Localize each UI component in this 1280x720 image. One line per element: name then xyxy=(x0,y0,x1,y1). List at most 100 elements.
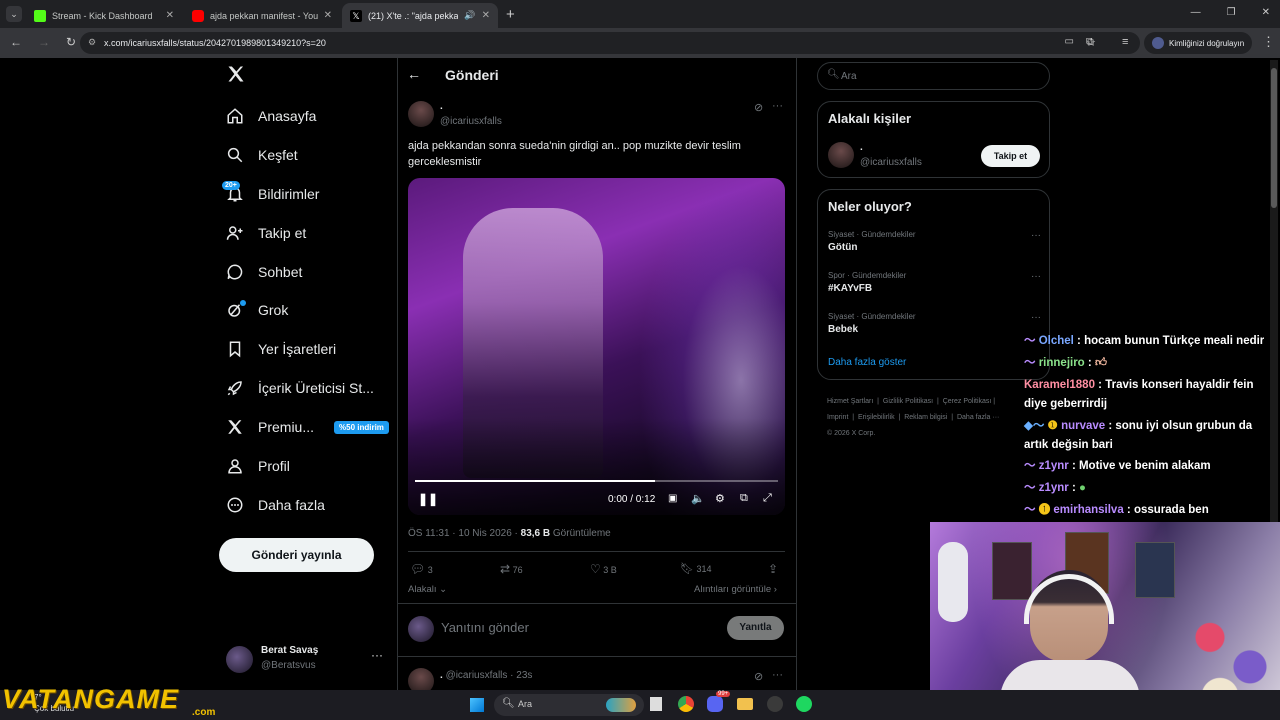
bookmark-button[interactable]: 🔖︎ 314 xyxy=(680,562,712,575)
account-switcher[interactable]: Berat Savaş @Beratsvus ··· xyxy=(226,644,386,676)
repost-button[interactable]: ⇄ 76 xyxy=(500,562,523,576)
folder-icon[interactable] xyxy=(737,698,753,710)
chat-message: 〜 ❶ emirhansilva : ossurada ben xyxy=(1024,501,1209,519)
post-author-handle[interactable]: @icariusxfalls xyxy=(440,116,502,127)
extensions-icon[interactable]: ⧉ xyxy=(1086,36,1094,49)
sidebar-item-premium[interactable]: Premiu... %50 indirim xyxy=(226,415,389,439)
more-icon[interactable]: ··· xyxy=(1031,230,1041,241)
site-info-icon[interactable]: ⚙ xyxy=(88,37,96,48)
related-name[interactable]: . xyxy=(860,142,863,153)
pause-icon[interactable]: ❚❚ xyxy=(418,492,438,506)
search-input[interactable]: 🔍︎ Ara xyxy=(817,62,1050,90)
close-window-icon[interactable]: ✕ xyxy=(1262,7,1270,18)
grok-icon[interactable]: ⊘ xyxy=(754,101,763,114)
tab-youtube[interactable]: ajda pekkan manifest - YouTube ✕ xyxy=(184,3,340,28)
post-author-avatar[interactable] xyxy=(408,101,434,127)
footer-link[interactable]: Imprint xyxy=(827,414,848,421)
close-tab-icon[interactable]: ✕ xyxy=(166,10,174,21)
sidebar-item-chat[interactable]: Sohbet xyxy=(226,260,302,284)
reply-button[interactable]: 💬︎ 3 xyxy=(410,562,433,576)
video-player[interactable]: ❚❚ 0:00 / 0:12 ▣ 🔈 ⚙ ⧉ ⤢ xyxy=(408,178,785,515)
app-icon[interactable] xyxy=(767,696,783,712)
like-button[interactable]: ♡ 3 B xyxy=(590,562,617,576)
footer-link[interactable]: Erişilebilirlik xyxy=(858,414,895,421)
pip-icon[interactable]: ⧉ xyxy=(740,492,748,505)
post-author-name[interactable]: . xyxy=(440,101,443,112)
reply-count: 3 xyxy=(427,565,433,575)
tab-x-post[interactable]: 𝕏 (21) X'te .: "ajda pekkandan 🔊 ✕ xyxy=(342,3,498,28)
trend-item[interactable]: Siyaset · Gündemdekiler Bebek ··· xyxy=(828,312,1041,335)
footer-link[interactable]: Çerez Politikası xyxy=(943,398,992,405)
discord-icon[interactable] xyxy=(707,696,723,712)
sidebar-item-more[interactable]: Daha fazla xyxy=(226,493,325,517)
more-icon[interactable]: ··· xyxy=(1031,271,1041,282)
footer-link[interactable]: Daha fazla ··· xyxy=(957,414,999,421)
post-button[interactable]: Gönderi yayınla xyxy=(219,538,374,572)
new-tab-button[interactable]: + xyxy=(506,6,515,23)
reload-icon[interactable]: ↻ xyxy=(66,35,76,49)
cast-icon[interactable]: ▭ xyxy=(1065,36,1074,47)
trend-item[interactable]: Siyaset · Gündemdekiler Götün ··· xyxy=(828,230,1041,253)
more-icon[interactable]: ··· xyxy=(772,100,783,112)
footer-link[interactable]: Gizlilik Politikası xyxy=(883,398,933,405)
trend-item[interactable]: Spor · Gündemdekiler #KAYvFB ··· xyxy=(828,271,1041,294)
spotify-icon[interactable] xyxy=(796,696,812,712)
related-dropdown[interactable]: Alakalı ⌄ xyxy=(408,584,447,595)
follow-button[interactable]: Takip et xyxy=(981,145,1040,167)
tab-kick-dashboard[interactable]: Stream - Kick Dashboard ✕ xyxy=(26,3,182,28)
reply-author[interactable]: . @icariusxfalls · 23s xyxy=(440,670,532,681)
settings-icon[interactable]: ⚙ xyxy=(715,492,725,505)
more-icon[interactable]: ··· xyxy=(772,669,783,681)
more-circle-icon xyxy=(226,496,244,514)
show-more-link[interactable]: Daha fazla göster xyxy=(828,357,906,368)
reply-input[interactable]: Yanıtını gönder xyxy=(441,620,529,635)
tab-search-button[interactable]: ⌄ xyxy=(6,6,22,22)
taskbar-search[interactable]: 🔍︎ Ara xyxy=(494,694,644,716)
chrome-icon[interactable] xyxy=(678,696,694,712)
sidebar-item-home[interactable]: Anasayfa xyxy=(226,104,316,128)
profile-chip[interactable]: Kimliğinizi doğrulayın xyxy=(1144,32,1253,54)
grok-icon[interactable]: ⊘ xyxy=(754,670,763,683)
close-tab-icon[interactable]: ✕ xyxy=(324,10,332,21)
sidebar-item-follow[interactable]: Takip et xyxy=(226,221,306,245)
x-logo-icon[interactable] xyxy=(226,64,248,88)
footer-link[interactable]: Hizmet Şartları xyxy=(827,398,873,405)
reading-list-icon[interactable]: ≡ xyxy=(1122,36,1128,48)
footer-link[interactable]: Reklam bilgisi xyxy=(904,414,947,421)
search-icon xyxy=(226,146,244,164)
close-tab-icon[interactable]: ✕ xyxy=(482,10,490,21)
trend-name: Götün xyxy=(828,242,858,253)
url-field[interactable]: ⚙ x.com/icariusxfalls/status/20427019898… xyxy=(80,32,1140,54)
search-icon: 🔍︎ xyxy=(502,698,515,709)
reply-author-handle: @icariusxfalls · 23s xyxy=(445,670,533,681)
view-quotes-link[interactable]: Alıntıları görüntüle › xyxy=(694,584,777,595)
sidebar-item-explore[interactable]: Keşfet xyxy=(226,143,298,167)
back-button[interactable]: ← xyxy=(407,66,421,82)
forward-icon[interactable]: → xyxy=(38,35,50,49)
tab-label: (21) X'te .: "ajda pekkandan xyxy=(368,10,459,21)
minimize-icon[interactable]: — xyxy=(1191,7,1201,18)
task-view-icon[interactable] xyxy=(650,697,662,711)
sidebar-item-bookmarks[interactable]: Yer İşaretleri xyxy=(226,337,336,361)
captions-icon[interactable]: ▣ xyxy=(668,493,677,504)
search-placeholder: Ara xyxy=(841,71,857,82)
fullscreen-icon[interactable]: ⤢ xyxy=(763,492,772,505)
sidebar-item-grok[interactable]: Grok xyxy=(226,298,288,322)
start-icon[interactable] xyxy=(470,698,484,712)
menu-icon[interactable]: ⋮ xyxy=(1262,34,1275,50)
sidebar-item-notifications[interactable]: 20+ Bildirimler xyxy=(222,181,319,206)
restore-icon[interactable]: ❐ xyxy=(1227,7,1236,18)
more-icon[interactable]: ··· xyxy=(371,648,383,662)
audio-icon[interactable]: 🔊 xyxy=(464,10,475,21)
related-handle[interactable]: @icariusxfalls xyxy=(860,157,922,168)
sidebar-item-profile[interactable]: Profil xyxy=(226,454,290,478)
avatar[interactable] xyxy=(828,142,854,168)
scrollbar-thumb[interactable] xyxy=(1271,68,1277,208)
share-icon[interactable]: ⇪ xyxy=(768,562,778,576)
sidebar-item-creator-studio[interactable]: İçerik Üreticisi St... xyxy=(226,376,374,400)
volume-icon[interactable]: 🔈 xyxy=(691,492,705,505)
back-icon[interactable]: ← xyxy=(10,35,22,49)
reply-button[interactable]: Yanıtla xyxy=(727,616,784,640)
more-icon[interactable]: ··· xyxy=(1031,312,1041,323)
video-progress-track[interactable] xyxy=(415,480,778,482)
